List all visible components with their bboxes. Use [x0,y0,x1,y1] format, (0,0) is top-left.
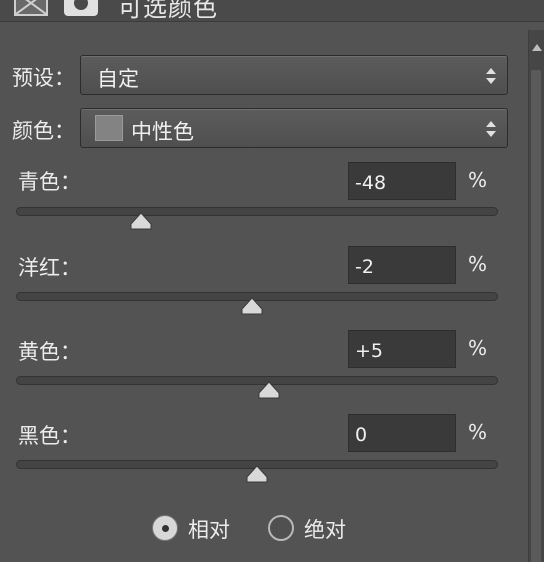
color-swatch [95,115,123,141]
magenta-input[interactable] [348,246,456,284]
yellow-percent: % [468,336,488,360]
cyan-label: 青色： [18,170,81,194]
preset-label: 预设： [12,66,75,90]
scrollbar[interactable] [528,30,544,562]
black-slider-thumb[interactable] [246,465,268,483]
cyan-slider-track[interactable] [16,207,498,216]
relative-label: 相对 [188,518,230,542]
scroll-thumb[interactable] [531,70,541,562]
colors-select[interactable]: 中性色 [80,108,508,148]
magenta-percent: % [468,252,488,276]
selective-color-panel: 可选颜色 预设： 自定 颜色： 中性色 青色： % 洋红： % [0,0,544,562]
yellow-slider-track[interactable] [16,376,498,385]
select-arrows-icon [485,119,497,139]
black-percent: % [468,420,488,444]
panel-title: 可选颜色 [118,0,218,22]
yellow-label: 黄色： [18,340,81,364]
selective-color-layer-icon[interactable] [14,0,48,16]
panel-header: 可选颜色 [0,0,544,22]
layer-mask-icon[interactable] [64,0,98,16]
absolute-label: 绝对 [304,518,346,542]
relative-radio[interactable] [152,515,178,541]
colors-label: 颜色： [12,119,75,143]
cyan-value[interactable] [349,163,455,199]
absolute-radio[interactable] [268,515,294,541]
black-label: 黑色： [18,424,81,448]
preset-value: 自定 [97,67,139,91]
black-value[interactable] [349,415,455,451]
colors-value: 中性色 [131,120,194,144]
scroll-up-arrow-icon[interactable] [532,44,542,51]
cyan-input[interactable] [348,162,456,200]
magenta-slider-thumb[interactable] [241,297,263,315]
magenta-value[interactable] [349,247,455,283]
yellow-input[interactable] [348,330,456,368]
yellow-slider-thumb[interactable] [258,381,280,399]
magenta-label: 洋红： [18,256,81,280]
preset-select[interactable]: 自定 [80,55,508,95]
select-arrows-icon [485,66,497,86]
yellow-value[interactable] [349,331,455,367]
cyan-percent: % [468,168,488,192]
cyan-slider-thumb[interactable] [130,212,152,230]
black-input[interactable] [348,414,456,452]
